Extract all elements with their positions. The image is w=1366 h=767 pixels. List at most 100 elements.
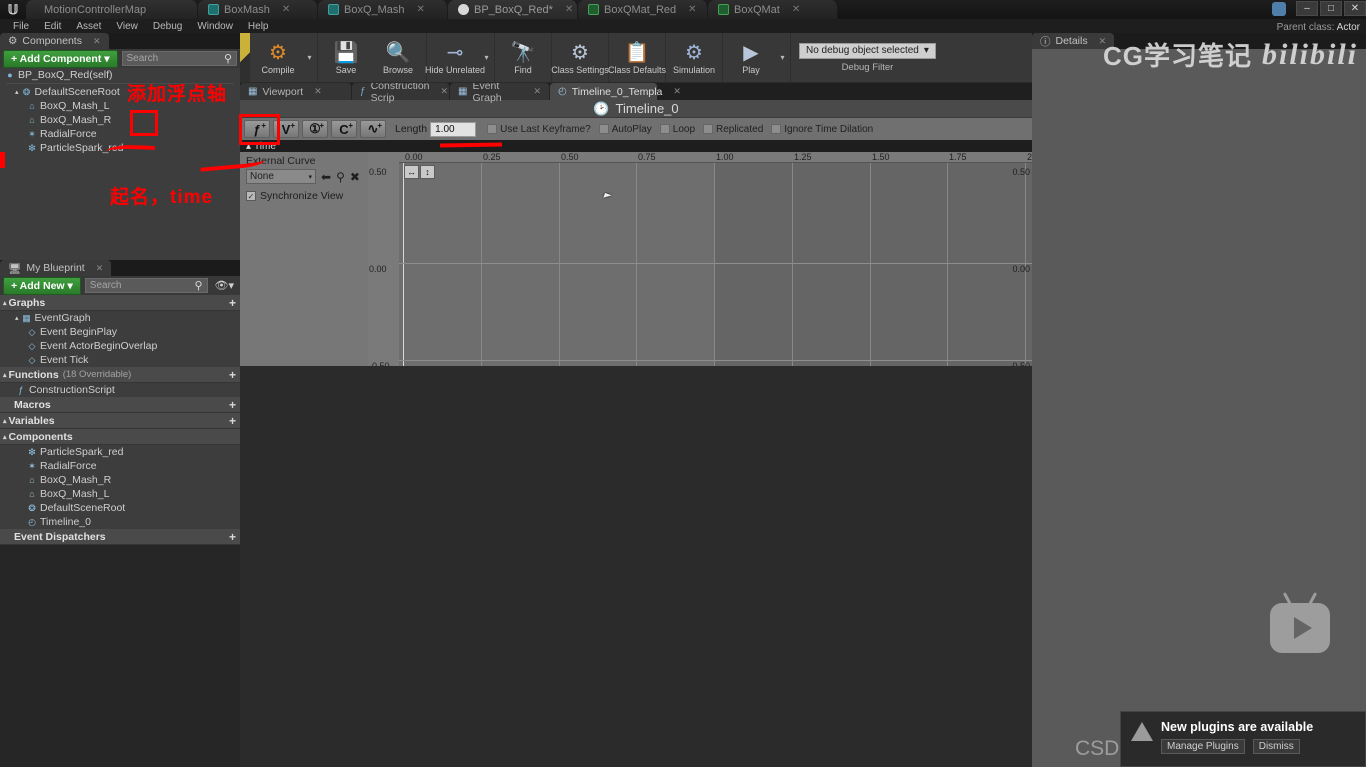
checkbox-box[interactable] <box>659 124 670 134</box>
component-tree-item[interactable]: ▴ ❂ DefaultSceneRoot <box>0 85 240 99</box>
tab-my-blueprint[interactable]: 🖥 My Blueprint ✕ <box>0 260 112 276</box>
add-external-curve-track-button[interactable]: ∿ + <box>360 120 386 138</box>
close-icon[interactable]: ✕ <box>314 86 322 97</box>
toolbar-hide-unrelated-button[interactable]: ⊸ Hide Unrelated <box>425 33 485 82</box>
minimize-button[interactable]: – <box>1296 1 1318 16</box>
checkbox-autoplay[interactable]: AutoPlay <box>598 124 652 135</box>
menu-item-debug[interactable]: Debug <box>146 20 189 33</box>
debug-object-select[interactable]: No debug object selected ▾ <box>799 42 936 59</box>
components-search-input[interactable]: Search ⚲ <box>121 51 237 66</box>
fit-vertical-icon[interactable]: ↕ <box>420 165 435 179</box>
close-icon[interactable]: ✕ <box>96 263 104 274</box>
title-tab-3[interactable]: BP_BoxQ_Red* ✕ <box>448 0 578 19</box>
component-tree-item[interactable]: ❇ ParticleSpark_red <box>0 141 240 155</box>
expander-icon[interactable]: ▴ <box>3 417 7 425</box>
close-icon[interactable]: ✕ <box>93 36 101 47</box>
time-ruler[interactable] <box>368 152 1032 163</box>
expander-icon[interactable]: ▴ <box>15 314 19 322</box>
close-icon[interactable]: ✕ <box>417 4 425 15</box>
checkbox-loop[interactable]: Loop <box>659 124 695 135</box>
section-header-functions[interactable]: ▴ Functions (18 Overridable) + <box>0 367 240 383</box>
clear-icon[interactable]: ✖ <box>350 170 360 184</box>
checkbox-replicated[interactable]: Replicated <box>703 124 763 135</box>
toolbar-class-settings-button[interactable]: ⚙ Class Settings <box>551 33 609 82</box>
add-new-button[interactable]: + Add New ▾ <box>3 276 81 295</box>
checkbox-use-last-keyframe[interactable]: Use Last Keyframe? <box>487 124 591 135</box>
toolbar-browse-button[interactable]: 🔍 Browse <box>372 33 424 82</box>
close-icon[interactable]: ✕ <box>688 4 696 15</box>
close-icon[interactable]: ✕ <box>533 86 541 97</box>
blueprint-list-item[interactable]: ƒ ConstructionScript <box>0 383 240 397</box>
parent-class-value[interactable]: Actor <box>1337 22 1360 33</box>
toolbar-class-defaults-button[interactable]: 📋 Class Defaults <box>608 33 666 82</box>
back-arrow-icon[interactable]: ⬅ <box>321 170 331 184</box>
synchronize-view-row[interactable]: ✓ Synchronize View <box>246 190 362 202</box>
title-tab-0[interactable]: MotionControllerMap <box>26 0 198 19</box>
synchronize-view-checkbox[interactable]: ✓ <box>246 191 256 201</box>
toolbar-simulation-button[interactable]: ⚙ Simulation <box>668 33 720 82</box>
toolbar-find-button[interactable]: 🔭 Find <box>497 33 549 82</box>
add-component-button[interactable]: + Add Component ▾ <box>3 49 118 68</box>
component-tree-item[interactable]: ● BP_BoxQ_Red(self) <box>0 68 240 82</box>
close-icon[interactable]: ✕ <box>282 4 290 15</box>
close-icon[interactable]: ✕ <box>441 86 449 97</box>
title-tab-1[interactable]: BoxMash ✕ <box>198 0 318 19</box>
tab-details[interactable]: ⓘ Details ✕ <box>1032 33 1115 49</box>
close-icon[interactable]: ✕ <box>673 86 681 97</box>
fit-horizontal-icon[interactable]: ↔ <box>404 165 419 179</box>
checkbox-box[interactable] <box>598 124 609 134</box>
title-tab-4[interactable]: BoxQMat_Red ✕ <box>578 0 708 19</box>
blueprint-list-item[interactable]: ◇ Event BeginPlay <box>0 325 240 339</box>
blueprint-list-item[interactable]: ◇ Event Tick <box>0 353 240 367</box>
title-tab-5[interactable]: BoxQMat ✕ <box>708 0 838 19</box>
close-button[interactable]: ✕ <box>1344 1 1366 16</box>
expander-icon[interactable]: ▴ <box>3 371 7 379</box>
menu-item-view[interactable]: View <box>109 20 145 33</box>
toolbar-play-button[interactable]: ▶ Play <box>725 33 777 82</box>
chevron-down-icon[interactable]: ▾ <box>304 33 315 82</box>
blueprint-list-item[interactable]: ◇ Event ActorBeginOverlap <box>0 339 240 353</box>
external-curve-select[interactable]: None ▾ <box>246 169 316 184</box>
menu-item-asset[interactable]: Asset <box>69 20 108 33</box>
section-header-graphs[interactable]: ▴ Graphs + <box>0 295 240 311</box>
blueprint-list-item[interactable]: ✶ RadialForce <box>0 459 240 473</box>
tab-components[interactable]: ⚙ Components ✕ <box>0 33 109 49</box>
blueprint-list-item[interactable]: ❂ DefaultSceneRoot <box>0 501 240 515</box>
component-tree-item[interactable]: ✶ RadialForce <box>0 127 240 141</box>
blueprint-list-item[interactable]: ▴ ▦ EventGraph <box>0 311 240 325</box>
close-icon[interactable]: ✕ <box>565 4 573 15</box>
section-header-components[interactable]: ▴ Components <box>0 429 240 445</box>
graph-tab-timeline-0-templa[interactable]: ◴ Timeline_0_Templa ✕ <box>550 83 681 100</box>
toolbar-save-button[interactable]: 💾 Save <box>320 33 372 82</box>
add-section-item-button[interactable]: + <box>229 296 236 310</box>
blueprint-list-item[interactable]: ❇ ParticleSpark_red <box>0 445 240 459</box>
add-float-track-button[interactable]: ƒ + <box>244 120 270 138</box>
add-section-item-button[interactable]: + <box>229 368 236 382</box>
expander-icon[interactable]: ▴ <box>3 433 7 441</box>
graph-tab-construction-scrip[interactable]: ƒ Construction Scrip ✕ <box>352 80 450 104</box>
component-tree-item[interactable]: ⌂ BoxQ_Mash_R <box>0 113 240 127</box>
checkbox-ignore-time-dilation[interactable]: Ignore Time Dilation <box>771 124 873 135</box>
blueprint-list-item[interactable]: ◴ Timeline_0 <box>0 515 240 529</box>
add-event-track-button[interactable]: ① + <box>302 120 328 138</box>
menu-item-help[interactable]: Help <box>241 20 276 33</box>
maximize-button[interactable]: □ <box>1320 1 1342 16</box>
checkbox-box[interactable] <box>703 124 714 134</box>
add-section-item-button[interactable]: + <box>229 414 236 428</box>
length-input[interactable]: 1.00 <box>430 121 477 137</box>
expander-icon[interactable]: ▴ <box>3 299 7 307</box>
menu-item-edit[interactable]: Edit <box>37 20 68 33</box>
graph-tab-viewport[interactable]: ▦ Viewport ✕ <box>240 83 352 100</box>
toolbar-compile-button[interactable]: ⚙ Compile <box>252 33 304 82</box>
section-header-macros[interactable]: Macros + <box>0 397 240 413</box>
notification-dismiss-button[interactable]: Dismiss <box>1252 739 1300 754</box>
chevron-down-icon[interactable]: ▾ <box>481 33 492 82</box>
chevron-down-icon[interactable]: ▾ <box>777 33 788 82</box>
menu-item-file[interactable]: File <box>6 20 36 33</box>
expander-icon[interactable]: ▴ <box>246 141 251 152</box>
close-icon[interactable]: ✕ <box>792 4 800 15</box>
title-tab-2[interactable]: BoxQ_Mash ✕ <box>318 0 448 19</box>
add-section-item-button[interactable]: + <box>229 398 236 412</box>
checkbox-box[interactable] <box>487 124 498 134</box>
eye-icon[interactable]: 👁▾ <box>212 279 238 292</box>
